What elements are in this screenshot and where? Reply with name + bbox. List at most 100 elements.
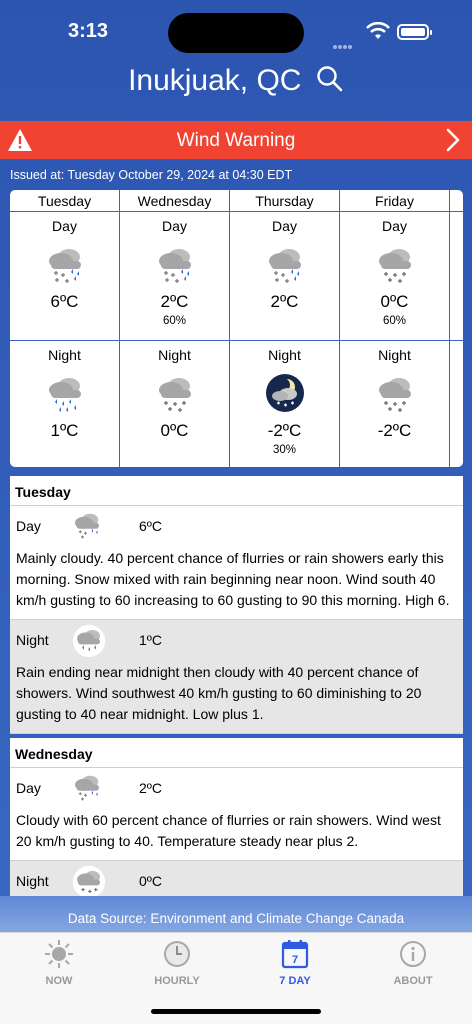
status-time: 3:13 — [68, 20, 109, 42]
detailed-forecast-list[interactable]: Tuesday Day 6ºC Mainly cloudy. 40 percen… — [10, 476, 463, 896]
signal-icon — [333, 36, 353, 54]
temperature: 2ºC — [160, 292, 189, 311]
chevron-right-icon — [446, 127, 460, 158]
dynamic-island — [168, 13, 304, 53]
tab-label: 7 DAY — [279, 975, 311, 987]
snow-cloud-icon — [375, 244, 415, 284]
precip-chance: 60% — [382, 315, 407, 327]
rain-cloud-icon — [72, 624, 106, 663]
period-name: Night — [16, 873, 49, 889]
period-label: Night — [48, 347, 81, 363]
forecast-column[interactable]: Night 0ºC — [120, 341, 230, 467]
temperature: 0ºC — [380, 292, 409, 311]
precip-chance: 60% — [162, 315, 187, 327]
tab-now[interactable]: NOW — [0, 939, 118, 987]
rain-snow-icon — [72, 772, 102, 807]
status-bar: 3:13 — [0, 0, 472, 60]
forecast-column[interactable]: Friday Day 0ºC 60% — [340, 190, 450, 346]
day-cell: Day 2ºC 60% — [120, 218, 229, 346]
wifi-icon — [366, 21, 390, 45]
day-name: Thursday — [230, 190, 339, 212]
period-temperature: 1ºC — [139, 632, 163, 648]
data-source[interactable]: Data Source: Environment and Climate Cha… — [0, 911, 472, 926]
rain-snow-icon — [155, 244, 195, 284]
day-cell: Day 2ºC — [230, 218, 339, 346]
moon-snow-icon — [265, 373, 305, 413]
precip-chance: 30% — [272, 444, 297, 456]
temperature: 1ºC — [50, 421, 79, 440]
calendar-icon: 7 — [236, 939, 354, 969]
issued-time: Issued at: Tuesday October 29, 2024 at 0… — [10, 168, 293, 182]
period-temperature: 2ºC — [139, 780, 163, 796]
battery-icon — [397, 24, 432, 40]
period-label: Day — [382, 218, 407, 234]
day-name: Tuesday — [10, 190, 119, 212]
forecast-column[interactable]: Night -2ºC 30% — [230, 341, 340, 467]
detail-period: Night 1ºC Rain ending near midnight then… — [10, 620, 463, 734]
forecast-column[interactable]: Thursday Day 2ºC — [230, 190, 340, 346]
night-cell: Night 0ºC — [120, 347, 229, 467]
day-cell: Day 6ºC — [10, 218, 119, 346]
period-description: Cloudy with 60 percent chance of flurrie… — [16, 812, 441, 849]
tab-label: ABOUT — [393, 975, 433, 987]
info-icon — [354, 939, 472, 969]
night-cell: Night -2ºC 30% — [230, 347, 339, 467]
forecast-day-row: Tuesday Day 6ºC Wednesday Day 2ºC 60% Th… — [10, 190, 463, 346]
forecast-column-overflow[interactable] — [450, 190, 463, 346]
location-header: Inukjuak, QC — [0, 64, 472, 106]
tab-label: HOURLY — [154, 975, 200, 987]
search-icon[interactable] — [316, 65, 344, 98]
forecast-night-row: Night 1ºC Night 0ºC Night -2ºC 30% Night… — [10, 340, 463, 467]
period-label: Day — [272, 218, 297, 234]
clock-icon — [118, 939, 236, 969]
temperature: -2ºC — [377, 421, 412, 440]
day-name: Wednesday — [120, 190, 229, 212]
period-temperature: 6ºC — [139, 518, 163, 534]
detail-day-heading: Tuesday — [10, 476, 463, 506]
forecast-column[interactable]: Tuesday Day 6ºC — [10, 190, 120, 346]
rain-snow-icon — [45, 244, 85, 284]
night-cell: Night -2ºC — [340, 347, 449, 467]
forecast-column-overflow[interactable] — [450, 341, 463, 467]
temperature: 2ºC — [270, 292, 299, 311]
detail-period: Day 6ºC Mainly cloudy. 40 percent chance… — [10, 506, 463, 620]
night-cell: Night 1ºC — [10, 347, 119, 467]
forecast-grid[interactable]: Tuesday Day 6ºC Wednesday Day 2ºC 60% Th… — [10, 190, 463, 467]
temperature: 6ºC — [50, 292, 79, 311]
temperature: 0ºC — [160, 421, 189, 440]
wind-warning-banner[interactable]: Wind Warning — [0, 121, 472, 159]
rain-cloud-icon — [45, 373, 85, 413]
forecast-column[interactable]: Night -2ºC — [340, 341, 450, 467]
forecast-column[interactable]: Night 1ºC — [10, 341, 120, 467]
day-name: Friday — [340, 190, 449, 212]
period-name: Night — [16, 632, 49, 648]
period-description: Rain ending near midnight then cloudy wi… — [16, 664, 422, 722]
home-indicator — [151, 1009, 321, 1014]
sun-icon — [0, 939, 118, 969]
detail-day-heading: Wednesday — [10, 738, 463, 768]
period-label: Night — [378, 347, 411, 363]
calendar-badge: 7 — [292, 954, 298, 966]
forecast-column[interactable]: Wednesday Day 2ºC 60% — [120, 190, 230, 346]
period-description: Mainly cloudy. 40 percent chance of flur… — [16, 550, 450, 608]
temperature: -2ºC — [267, 421, 302, 440]
period-name: Day — [16, 780, 41, 796]
period-label: Night — [158, 347, 191, 363]
tab-about[interactable]: ABOUT — [354, 939, 472, 987]
period-label: Night — [268, 347, 301, 363]
period-name: Day — [16, 518, 41, 534]
period-label: Day — [52, 218, 77, 234]
detail-period: Night 0ºC — [10, 861, 463, 896]
snow-cloud-icon — [72, 865, 106, 896]
rain-snow-icon — [72, 510, 102, 545]
tab-label: NOW — [45, 975, 73, 987]
day-cell: Day 0ºC 60% — [340, 218, 449, 346]
tab-7-day[interactable]: 7 7 DAY — [236, 939, 354, 987]
snow-cloud-icon — [155, 373, 195, 413]
rain-snow-icon — [265, 244, 305, 284]
detail-period: Day 2ºC Cloudy with 60 percent chance of… — [10, 768, 463, 861]
warning-label: Wind Warning — [176, 130, 296, 151]
tab-hourly[interactable]: HOURLY — [118, 939, 236, 987]
period-label: Day — [162, 218, 187, 234]
location-title[interactable]: Inukjuak, QC — [128, 64, 301, 98]
